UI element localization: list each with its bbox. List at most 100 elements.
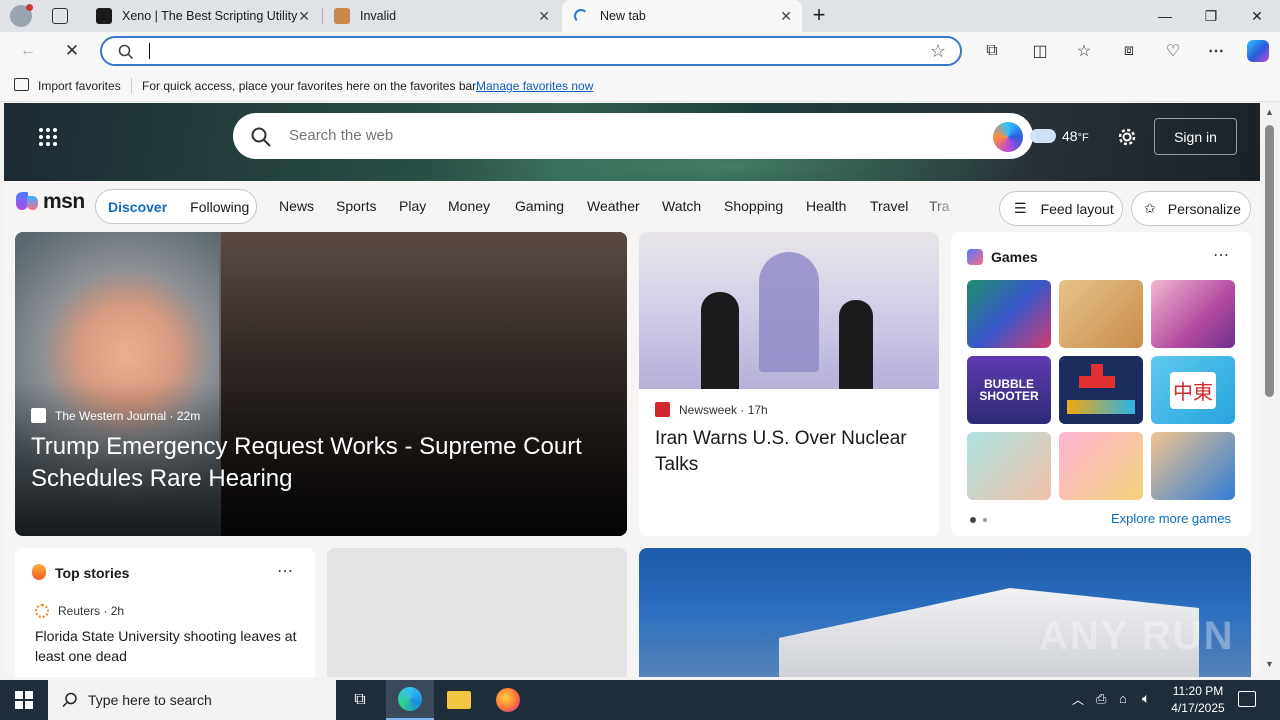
nav-gaming[interactable]: Gaming: [515, 198, 564, 214]
sign-in-button[interactable]: Sign in: [1154, 118, 1237, 155]
tab-invalid[interactable]: Invalid ✕: [322, 0, 560, 32]
tab-discover[interactable]: Discover: [108, 199, 167, 215]
top-stories-more-icon[interactable]: ⋯: [277, 561, 293, 581]
story-source: Reuters · 2h: [58, 604, 125, 618]
story-title[interactable]: Trump Emergency Request Works - Supreme …: [31, 431, 611, 495]
task-view-icon[interactable]: ⧉: [336, 680, 384, 720]
favorite-star-icon[interactable]: ☆: [930, 41, 946, 62]
nav-shopping[interactable]: Shopping: [724, 198, 783, 214]
nav-play[interactable]: Play: [399, 198, 426, 214]
game-restaurant[interactable]: [1151, 432, 1235, 500]
copilot-search-icon[interactable]: [993, 122, 1023, 152]
profile-avatar[interactable]: [10, 4, 33, 27]
weather-cloud-icon[interactable]: [1030, 129, 1056, 143]
second-story-card[interactable]: Newsweek · 17h Iran Warns U.S. Over Nucl…: [639, 232, 939, 536]
explore-more-games-link[interactable]: Explore more games: [1111, 511, 1231, 526]
device-icon[interactable]: ⎙: [1096, 691, 1106, 707]
stop-loading-button[interactable]: ✕: [60, 39, 84, 63]
start-button[interactable]: [0, 680, 48, 720]
nav-health[interactable]: Health: [806, 198, 846, 214]
hero-story-card[interactable]: The Western Journal · 22m Trump Emergenc…: [15, 232, 627, 536]
favorites-icon[interactable]: ☆: [1072, 39, 1096, 63]
nav-sports[interactable]: Sports: [336, 198, 376, 214]
collections-icon[interactable]: ⧈: [1117, 39, 1141, 63]
building-story-card[interactable]: ANY RUN: [639, 548, 1251, 677]
taskbar-search-box[interactable]: Type here to search: [48, 680, 336, 720]
game-hospital[interactable]: [967, 432, 1051, 500]
tab-xeno[interactable]: Xeno | The Best Scripting Utility ✕: [84, 0, 320, 32]
carousel-dot[interactable]: [983, 518, 987, 522]
new-tab-button[interactable]: +: [808, 3, 830, 27]
story-title[interactable]: Iran Warns U.S. Over Nuclear Talks: [655, 426, 927, 478]
close-tab-icon[interactable]: ✕: [298, 8, 310, 25]
edge-taskbar-icon[interactable]: [386, 680, 434, 720]
msn-logo[interactable]: msn: [16, 190, 85, 214]
volume-icon[interactable]: 🔈︎: [1142, 690, 1150, 707]
feed-tabs: Discover Following: [95, 189, 257, 224]
nav-watch[interactable]: Watch: [662, 198, 701, 214]
loading-spinner-icon: [574, 9, 588, 23]
scroll-down-arrow-icon[interactable]: ▼: [1265, 659, 1274, 669]
extensions-icon[interactable]: ⧉: [980, 39, 1004, 63]
games-more-icon[interactable]: ⋯: [1213, 245, 1229, 265]
game-wood-screw[interactable]: [1059, 280, 1143, 348]
address-bar[interactable]: ☆: [100, 36, 962, 66]
story-photo: [639, 232, 939, 389]
tab-title: Invalid: [360, 9, 397, 23]
manage-favorites-link[interactable]: Manage favorites now: [476, 79, 593, 93]
notifications-icon[interactable]: [1238, 691, 1256, 707]
clock-date: 4/17/2025: [1171, 701, 1225, 715]
file-explorer-icon[interactable]: [435, 680, 483, 720]
nav-weather[interactable]: Weather: [587, 198, 640, 214]
page-scrollbar[interactable]: ▲ ▼: [1260, 103, 1280, 677]
clock[interactable]: 11:20 PM 4/17/2025: [1166, 683, 1230, 717]
close-tab-icon[interactable]: ✕: [780, 8, 792, 25]
games-card: Games ⋯ BUBBLE SHOOTER 中東 Explore more g…: [951, 232, 1251, 536]
tab-actions-icon[interactable]: [52, 8, 68, 24]
tab-new-tab[interactable]: New tab ✕: [562, 0, 802, 32]
nav-travel[interactable]: Travel: [870, 198, 908, 214]
game-makeup[interactable]: [1151, 280, 1235, 348]
minimize-button[interactable]: —: [1142, 0, 1188, 32]
feed-layout-button[interactable]: ☰ Feed layout: [999, 191, 1123, 226]
game-block-puzzle[interactable]: [1059, 356, 1143, 424]
search-icon: [62, 692, 77, 708]
personalize-button[interactable]: ✩ Personalize: [1131, 191, 1251, 226]
nav-money[interactable]: Money: [448, 198, 490, 214]
import-favorites-button[interactable]: Import favorites: [38, 79, 121, 93]
story-source: The Western Journal · 22m: [55, 409, 201, 423]
nav-news[interactable]: News: [279, 198, 314, 214]
web-search-box[interactable]: Search the web: [233, 113, 1033, 159]
weather-temperature[interactable]: 48°F: [1062, 128, 1089, 144]
carousel-dot-active[interactable]: [970, 517, 976, 523]
source-logo-icon: [31, 408, 46, 423]
close-tab-icon[interactable]: ✕: [538, 8, 550, 25]
top-stories-card: Top stories ⋯ Reuters · 2h Florida State…: [15, 548, 315, 677]
split-screen-icon[interactable]: ◫: [1028, 39, 1052, 63]
game-bubble-shooter[interactable]: BUBBLE SHOOTER: [967, 356, 1051, 424]
top-story-headline[interactable]: Florida State University shooting leaves…: [35, 626, 297, 666]
settings-gear-icon[interactable]: [1116, 126, 1138, 148]
games-icon: [967, 249, 983, 265]
scroll-up-arrow-icon[interactable]: ▲: [1265, 107, 1274, 117]
copilot-icon[interactable]: [1246, 39, 1270, 63]
loading-placeholder-card: [327, 548, 627, 677]
game-dress-up[interactable]: [1059, 432, 1143, 500]
network-icon[interactable]: ⌂: [1119, 691, 1127, 706]
apps-launcher-icon[interactable]: [38, 127, 58, 147]
show-hidden-icons-icon[interactable]: ︿: [1072, 691, 1084, 708]
game-jewel-puzzle[interactable]: [967, 280, 1051, 348]
scrollbar-thumb[interactable]: [1265, 125, 1274, 397]
games-title: Games: [991, 249, 1038, 265]
more-options-icon[interactable]: ⋯: [1204, 39, 1228, 63]
tab-title: New tab: [600, 9, 646, 23]
flame-icon: [32, 564, 46, 580]
msn-new-tab-page: Search the web 48°F Sign in msn Discover…: [4, 103, 1260, 677]
back-button[interactable]: ←: [16, 39, 40, 63]
close-window-button[interactable]: ✕: [1234, 0, 1280, 32]
restore-button[interactable]: ❐: [1188, 0, 1234, 32]
tab-following[interactable]: Following: [190, 199, 249, 215]
firefox-icon[interactable]: [484, 680, 532, 720]
browser-essentials-icon[interactable]: ♡: [1161, 39, 1185, 63]
game-mahjong[interactable]: 中東: [1151, 356, 1235, 424]
